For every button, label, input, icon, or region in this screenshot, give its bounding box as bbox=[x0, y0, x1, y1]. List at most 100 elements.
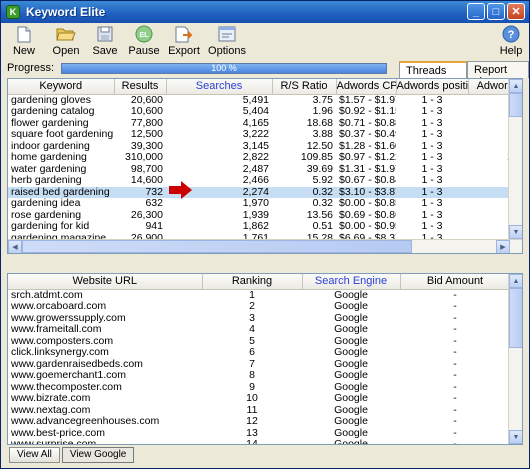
url-cell: click.linksynergy.com bbox=[11, 347, 109, 358]
url-cell: 3 bbox=[249, 312, 255, 324]
keyword-cell: 1 - 3 bbox=[421, 209, 443, 221]
keyword-row[interactable]: home gardening 310,000 2,822 109.85 $0.97 - … bbox=[8, 152, 522, 164]
url-row[interactable]: www.gardenraisedbeds.com 7 Google - bbox=[8, 359, 510, 371]
svg-text:EL: EL bbox=[140, 32, 150, 39]
scroll-left-icon[interactable]: ◀ bbox=[8, 240, 22, 253]
url-vertical-scrollbar[interactable]: ▲ ▼ bbox=[508, 274, 522, 444]
url-column-header[interactable]: Search Engine bbox=[302, 274, 401, 290]
maximize-icon[interactable]: □ bbox=[487, 3, 505, 20]
keyword-cell: 1 - 3 bbox=[421, 152, 443, 163]
keyword-row[interactable]: indoor gardening 39,300 3,145 12.50 $1.28 - … bbox=[8, 140, 522, 153]
open-button[interactable]: Open bbox=[47, 23, 85, 59]
red-arrow-pointer bbox=[169, 181, 192, 199]
keyword-column-header[interactable]: Searches bbox=[166, 79, 273, 95]
url-cell: Google bbox=[334, 347, 368, 358]
url-cell: www.nextag.com bbox=[11, 404, 91, 416]
url-cell: - bbox=[453, 347, 457, 358]
scroll-up-icon[interactable]: ▲ bbox=[509, 79, 522, 93]
keyword-cell: 5,491 bbox=[242, 94, 269, 106]
url-cell: www.best-price.com bbox=[11, 427, 105, 439]
url-grid: Website URL Ranking Search Engine Bid Amoun… bbox=[7, 273, 523, 445]
tab-report-view[interactable]: Report view bbox=[467, 61, 529, 88]
keyword-row[interactable]: square foot gardening 12,500 3,222 3.88 $0.3… bbox=[8, 129, 522, 141]
close-icon[interactable]: ✕ bbox=[507, 3, 525, 20]
scroll-right-icon[interactable]: ▶ bbox=[496, 240, 510, 253]
keyword-row[interactable]: flower gardening 77,800 4,165 18.68 $0.71 - … bbox=[8, 117, 522, 130]
url-cell: Google bbox=[334, 358, 368, 370]
keyword-column-header[interactable]: Adwords CPC bbox=[336, 79, 397, 95]
keyword-cell: 3.88 bbox=[312, 129, 333, 140]
keyword-row[interactable]: water gardening 98,700 2,487 39.69 $1.31 - $… bbox=[8, 163, 522, 176]
keyword-row[interactable]: gardening for kid 941 1,862 0.51 $0.00 - $0.… bbox=[8, 221, 522, 233]
url-cell: - bbox=[453, 335, 457, 347]
url-row[interactable]: srch.atdmt.com 1 Google - bbox=[8, 289, 510, 301]
scroll-up-icon[interactable]: ▲ bbox=[509, 274, 522, 288]
toolbar: New Open Save EL Pause Export Options ? … bbox=[1, 23, 529, 59]
keyword-row[interactable]: gardening gloves 20,600 5,491 3.75 $1.57 - $… bbox=[8, 94, 522, 106]
url-column-header[interactable]: Bid Amount bbox=[400, 274, 511, 290]
keyword-row[interactable]: raised bed gardening 732 2,274 0.32 $3.10 - … bbox=[8, 186, 522, 198]
keyword-cell: 3,222 bbox=[242, 129, 269, 140]
view-google-button[interactable]: View Google bbox=[61, 447, 135, 463]
keyword-column-header[interactable]: Adwords position bbox=[396, 79, 469, 95]
save-button[interactable]: Save bbox=[85, 23, 125, 59]
keyword-row[interactable]: gardening idea 632 1,970 0.32 $0.00 - $0.85 1… bbox=[8, 198, 522, 210]
url-row[interactable]: www.advancegreenhouses.com 12 Google - bbox=[8, 416, 510, 428]
keyword-cell: 77,800 bbox=[130, 117, 163, 129]
new-file-icon bbox=[14, 25, 34, 43]
keyword-column-header[interactable]: R/S Ratio bbox=[272, 79, 337, 95]
keyword-cell: flower gardening bbox=[11, 117, 89, 129]
keyword-cell: gardening for kid bbox=[11, 221, 90, 232]
keyword-row[interactable]: rose gardening 26,300 1,939 13.56 $0.69 - $0… bbox=[8, 209, 522, 222]
url-cell: Google bbox=[334, 370, 368, 381]
view-all-button[interactable]: View All bbox=[9, 447, 60, 463]
keyword-column-header[interactable]: Results bbox=[114, 79, 167, 95]
keyword-row[interactable]: gardening catalog 10,600 5,404 1.96 $0.92 - … bbox=[8, 106, 522, 118]
app-icon: K bbox=[6, 5, 20, 19]
url-column-header[interactable]: Website URL bbox=[8, 274, 203, 290]
export-button[interactable]: Export bbox=[163, 23, 205, 59]
title-bar[interactable]: K Keyword Elite _ □ ✕ bbox=[1, 1, 529, 23]
url-row[interactable]: www.frameitall.com 4 Google - bbox=[8, 324, 510, 336]
scroll-down-icon[interactable]: ▼ bbox=[509, 225, 522, 239]
tab-threads-view[interactable]: Threads view bbox=[399, 61, 468, 89]
keyword-column-header[interactable]: Keyword bbox=[8, 79, 115, 95]
url-row[interactable]: www.surprise.com 14 Google - bbox=[8, 439, 510, 444]
url-cell: - bbox=[453, 393, 457, 404]
url-row[interactable]: www.thecomposter.com 9 Google - bbox=[8, 382, 510, 394]
keyword-row[interactable]: herb gardening 14,600 2,466 5.92 $0.67 - $0.… bbox=[8, 175, 522, 187]
minimize-icon[interactable]: _ bbox=[467, 3, 485, 20]
pause-button[interactable]: EL Pause bbox=[125, 23, 163, 59]
url-cell: 9 bbox=[249, 381, 255, 393]
url-cell: www.growerssupply.com bbox=[11, 312, 126, 324]
url-row[interactable]: www.composters.com 5 Google - bbox=[8, 336, 510, 348]
keyword-cell: 39.69 bbox=[306, 163, 333, 175]
scroll-down-icon[interactable]: ▼ bbox=[509, 430, 522, 444]
keyword-cell: gardening catalog bbox=[11, 106, 95, 117]
horizontal-scroll-thumb[interactable] bbox=[22, 240, 412, 253]
keyword-cell: 98,700 bbox=[130, 163, 163, 175]
url-row[interactable]: click.linksynergy.com 6 Google - bbox=[8, 347, 510, 359]
keyword-cell: square foot gardening bbox=[11, 129, 114, 140]
help-button[interactable]: ? Help bbox=[493, 23, 529, 59]
url-row[interactable]: www.orcaboard.com 2 Google - bbox=[8, 301, 510, 313]
url-cell: - bbox=[453, 289, 457, 301]
scroll-thumb[interactable] bbox=[509, 288, 522, 348]
keyword-vertical-scrollbar[interactable]: ▲ ▼ bbox=[508, 79, 522, 239]
url-column-header[interactable]: Ranking bbox=[202, 274, 303, 290]
url-row[interactable]: www.best-price.com 13 Google - bbox=[8, 428, 510, 440]
options-button[interactable]: Options bbox=[205, 23, 249, 59]
keyword-cell: 1.96 bbox=[312, 106, 333, 117]
window-title: Keyword Elite bbox=[26, 5, 106, 19]
url-row[interactable]: www.growerssupply.com 3 Google - bbox=[8, 313, 510, 325]
keyword-horizontal-scrollbar[interactable]: ◀ ▶ bbox=[8, 239, 522, 253]
url-row[interactable]: www.nextag.com 11 Google - bbox=[8, 405, 510, 417]
scroll-thumb[interactable] bbox=[509, 93, 522, 117]
url-row[interactable]: www.goemerchant1.com 8 Google - bbox=[8, 370, 510, 382]
keyword-cell: 1 - 3 bbox=[421, 163, 443, 175]
url-row[interactable]: www.bizrate.com 10 Google - bbox=[8, 393, 510, 405]
url-cell: www.frameitall.com bbox=[11, 324, 102, 335]
url-table: Website URL Ranking Search Engine Bid Amoun… bbox=[8, 274, 511, 444]
new-button[interactable]: New bbox=[1, 23, 47, 59]
keyword-cell: 12.50 bbox=[306, 140, 333, 152]
